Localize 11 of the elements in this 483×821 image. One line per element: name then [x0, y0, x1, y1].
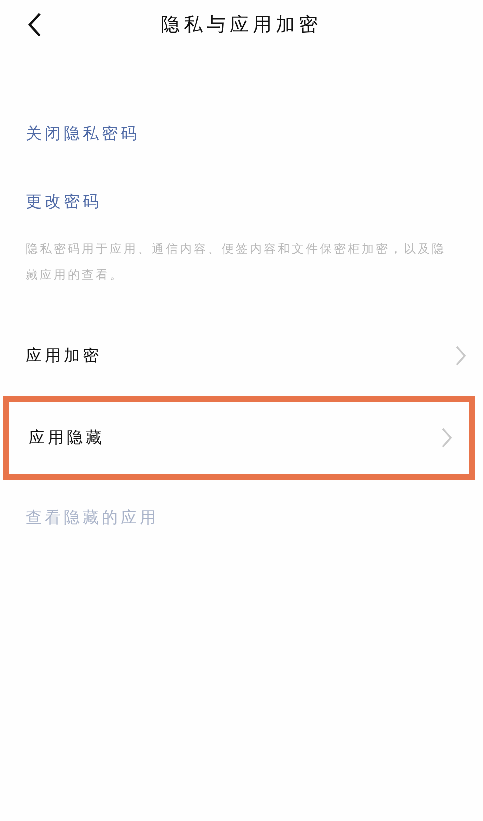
page-title: 隐私与应用加密: [161, 13, 322, 38]
highlighted-menu-row[interactable]: 应用隐藏: [3, 396, 475, 480]
chevron-right-icon: [455, 345, 467, 367]
description-text: 隐私密码用于应用、通信内容、便签内容和文件保密柜加密，以及隐藏应用的查看。: [25, 241, 447, 284]
menu-item[interactable]: 应用隐藏: [29, 428, 105, 448]
menu-item[interactable]: 关闭隐私密码: [26, 124, 140, 144]
menu-item[interactable]: 应用加密: [26, 346, 102, 366]
chevron-left-icon: [27, 12, 43, 38]
chevron-right-icon: [441, 427, 453, 449]
menu-item[interactable]: 更改密码: [26, 192, 102, 212]
menu-row[interactable]: 应用加密: [0, 320, 483, 392]
